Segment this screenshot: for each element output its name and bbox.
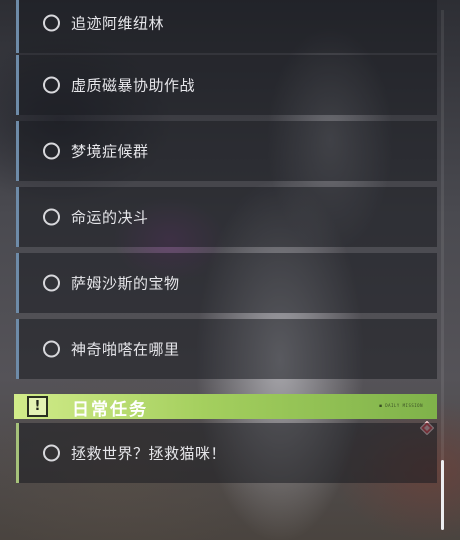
quest-list: 追迹阿维纽林 虚质磁暴协助作战 梦境症候群 命运的决斗 萨姆沙斯的宝物 神奇啪嗒… [0, 0, 460, 540]
quest-label: 追迹阿维纽林 [71, 14, 165, 33]
quest-label: 梦境症候群 [71, 142, 149, 161]
quest-item[interactable]: 萨姆沙斯的宝物 [16, 253, 437, 313]
quest-item[interactable]: 梦境症候群 [16, 121, 437, 181]
quest-item[interactable]: 追迹阿维纽林 [16, 0, 437, 53]
circle-outline-icon [43, 444, 60, 462]
exclamation-icon: ! [27, 396, 48, 417]
quest-label: 虚质磁暴协助作战 [71, 76, 196, 95]
header-deco-text: ■ DAILY MISSION [379, 403, 423, 408]
quest-label: 神奇啪嗒在哪里 [71, 340, 180, 359]
circle-outline-icon [43, 142, 60, 160]
scrollbar-track[interactable] [441, 10, 444, 530]
quest-item[interactable]: 虚质磁暴协助作战 [16, 55, 437, 115]
scrollbar-thumb[interactable] [441, 460, 444, 530]
circle-outline-icon [43, 208, 60, 226]
daily-quest-item[interactable]: 拯救世界？拯救猫咪！ [16, 423, 437, 483]
quest-label: 命运的决斗 [71, 208, 149, 227]
daily-section-header[interactable]: ! 日常任务 ■ DAILY MISSION [14, 394, 437, 420]
circle-outline-icon [43, 76, 60, 94]
quest-label: 萨姆沙斯的宝物 [71, 274, 180, 293]
quest-item[interactable]: 神奇啪嗒在哪里 [16, 319, 437, 379]
circle-outline-icon [43, 14, 60, 32]
circle-outline-icon [43, 274, 60, 292]
quest-label: 拯救世界？拯救猫咪！ [71, 444, 227, 463]
circle-outline-icon [43, 340, 60, 358]
quest-item[interactable]: 命运的决斗 [16, 187, 437, 247]
section-title: 日常任务 [72, 400, 148, 420]
